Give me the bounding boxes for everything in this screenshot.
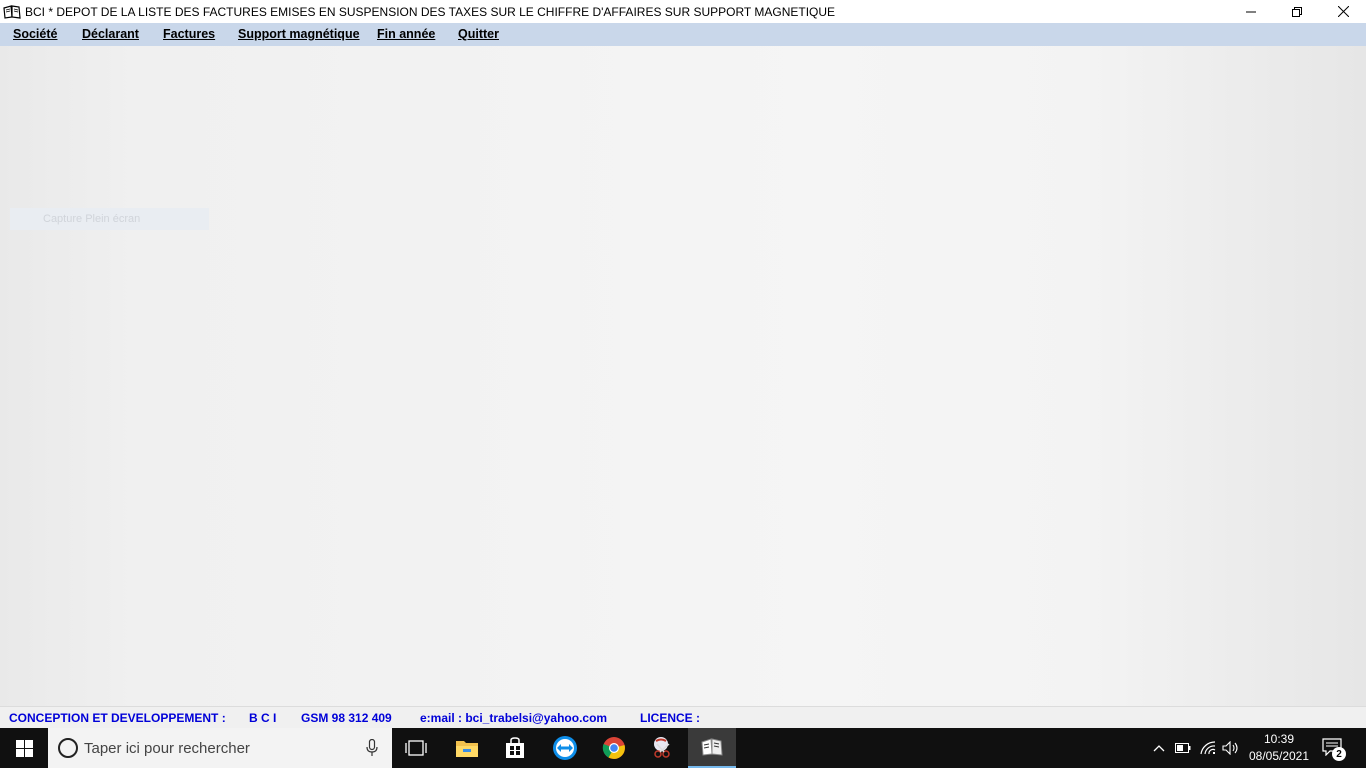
folder-icon <box>456 741 478 757</box>
close-button[interactable] <box>1320 0 1366 23</box>
book-icon <box>701 738 723 756</box>
restore-icon <box>1292 6 1302 17</box>
windows-icon <box>15 739 33 757</box>
status-bar: CONCEPTION ET DEVELOPPEMENT : B C I GSM … <box>0 706 1366 728</box>
taskbar-clock[interactable]: 10:39 08/05/2021 <box>1244 731 1314 765</box>
cortana-icon <box>58 738 78 758</box>
status-conception: CONCEPTION ET DEVELOPPEMENT : <box>9 711 226 725</box>
tray-chevron-up-icon[interactable] <box>1149 738 1169 758</box>
status-licence: LICENCE : <box>640 711 700 725</box>
task-view-button[interactable] <box>392 728 440 768</box>
menu-societe[interactable]: Société <box>13 27 57 41</box>
menu-declarant[interactable]: Déclarant <box>82 27 139 41</box>
volume-icon[interactable] <box>1221 738 1241 758</box>
main-area: Capture Plein écran <box>0 46 1366 706</box>
minimize-button[interactable] <box>1228 0 1274 23</box>
ghost-capture-button: Capture Plein écran <box>10 208 209 230</box>
menu-fin-annee[interactable]: Fin année <box>377 27 435 41</box>
title-bar: BCI * DEPOT DE LA LISTE DES FACTURES EMI… <box>0 0 1366 23</box>
clock-time: 10:39 <box>1263 732 1295 746</box>
book-icon[interactable] <box>3 4 21 19</box>
store-button[interactable] <box>491 728 539 768</box>
clock-date: 08/05/2021 <box>1248 749 1310 763</box>
menu-factures[interactable]: Factures <box>163 27 215 41</box>
window-controls <box>1228 0 1366 23</box>
menu-support-magnetique[interactable]: Support magnétique <box>238 27 360 41</box>
wifi-icon[interactable] <box>1198 738 1218 758</box>
chrome-button[interactable] <box>590 728 638 768</box>
teamviewer-icon <box>553 736 577 760</box>
status-company: B C I <box>249 711 277 725</box>
battery-icon[interactable] <box>1173 738 1193 758</box>
bci-app-button[interactable] <box>688 728 736 768</box>
restore-button[interactable] <box>1274 0 1320 23</box>
task-view-icon <box>405 740 427 756</box>
chrome-icon <box>602 737 625 759</box>
scissors-icon <box>654 737 670 758</box>
status-gsm: GSM 98 312 409 <box>301 711 392 725</box>
notification-count-badge: 2 <box>1332 747 1346 761</box>
taskbar: Taper ici pour rechercher 10:39 08/05/20… <box>0 728 1366 768</box>
taskbar-search-box[interactable]: Taper ici pour rechercher <box>48 728 392 768</box>
ghost-capture-label: Capture Plein écran <box>43 213 141 225</box>
window-title: BCI * DEPOT DE LA LISTE DES FACTURES EMI… <box>25 4 836 19</box>
file-explorer-button[interactable] <box>443 728 491 768</box>
store-icon <box>506 737 524 758</box>
close-icon <box>1337 6 1349 17</box>
search-placeholder: Taper ici pour rechercher <box>84 739 250 757</box>
status-email: e:mail : bci_trabelsi@yahoo.com <box>420 711 608 725</box>
menu-quitter[interactable]: Quitter <box>458 27 499 41</box>
teamviewer-button[interactable] <box>541 728 589 768</box>
snipping-tool-button[interactable] <box>639 728 687 768</box>
menu-bar: Société Déclarant Factures Support magné… <box>0 23 1366 46</box>
start-button[interactable] <box>0 728 48 768</box>
microphone-icon[interactable] <box>366 738 378 762</box>
minimize-icon <box>1246 11 1256 12</box>
